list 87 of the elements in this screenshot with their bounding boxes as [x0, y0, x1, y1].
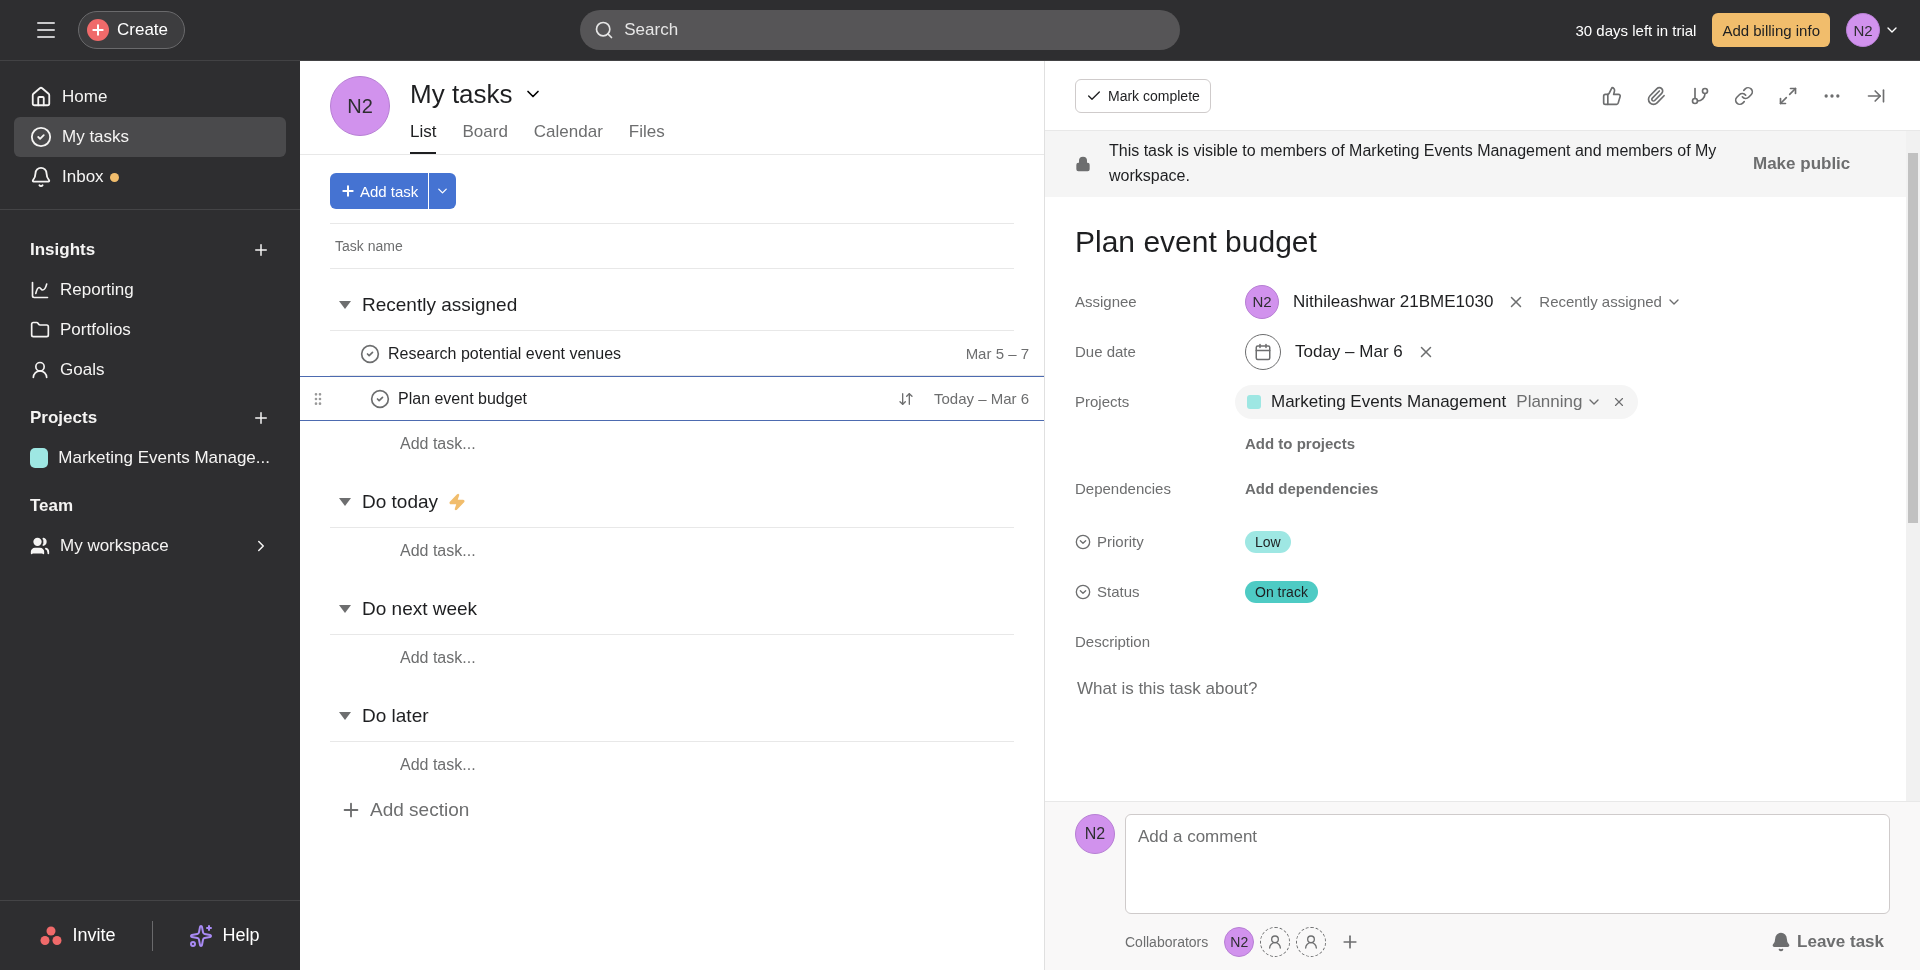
project-chip[interactable]: Marketing Events Management Planning — [1235, 384, 1639, 419]
scrollbar[interactable] — [1906, 131, 1920, 801]
add-task-button[interactable]: Add task — [330, 173, 429, 209]
check-circle-icon[interactable] — [360, 343, 380, 364]
field-label: Dependencies — [1075, 480, 1172, 498]
field-tag[interactable]: Low — [1245, 530, 1291, 553]
collaborators-label: Collaborators — [1125, 934, 1209, 950]
plus-icon — [340, 183, 356, 199]
lightning-icon — [448, 492, 467, 511]
nav-item[interactable]: Inbox — [14, 157, 286, 197]
search-input[interactable]: Search — [622, 19, 1167, 41]
make-public-button[interactable]: Make public — [1747, 152, 1857, 175]
sidebar-item[interactable]: My workspace — [14, 526, 286, 566]
section-title: Do today — [362, 490, 439, 513]
invite-button[interactable]: Invite — [34, 924, 122, 947]
nav-item[interactable]: My tasks — [14, 117, 286, 157]
sidebar-item[interactable]: Reporting — [14, 270, 286, 310]
sidebar-item[interactable]: Portfolios — [14, 310, 286, 350]
folder-icon — [30, 320, 50, 340]
section-title: Insights — [30, 240, 96, 260]
section-dropdown[interactable]: Planning — [1516, 391, 1603, 412]
trial-text: 30 days left in trial — [1575, 21, 1697, 39]
due-date[interactable]: Today – Mar 6 — [1295, 341, 1403, 362]
check-circle-icon — [30, 126, 52, 148]
search-icon — [594, 20, 615, 40]
line-chart-icon — [30, 280, 50, 300]
bell-icon — [1771, 932, 1792, 952]
section-title: Do next week — [362, 597, 478, 620]
view-tab[interactable]: Board — [462, 116, 508, 154]
add-icon[interactable] — [252, 241, 270, 259]
add-icon[interactable] — [252, 409, 270, 427]
search-field[interactable]: Search — [580, 10, 1181, 50]
sort-arrows-icon[interactable] — [897, 390, 914, 407]
add-projects-link[interactable]: Add to projects — [1245, 435, 1355, 453]
collapse-triangle-icon[interactable] — [338, 603, 352, 614]
sidebar-item[interactable]: Goals — [14, 350, 286, 390]
collapse-triangle-icon[interactable] — [338, 299, 352, 310]
column-header: Task name — [330, 223, 1014, 269]
mark-complete-button[interactable]: Mark complete — [1075, 78, 1211, 113]
section-title: Do later — [362, 704, 429, 727]
chevron-circle-icon — [1075, 533, 1091, 550]
user-avatar: N2 — [330, 76, 390, 136]
field-tag[interactable]: On track — [1245, 580, 1318, 603]
visibility-notice: This task is visible to members of Marketing Events Management and members of My workspace. — [1109, 141, 1718, 186]
help-button[interactable]: Help — [182, 922, 266, 949]
section-title: Projects — [30, 408, 98, 428]
view-tab[interactable]: Files — [628, 116, 665, 154]
task-row[interactable]: Plan event budget Today – Mar 6 — [300, 376, 1044, 421]
collapse-triangle-icon[interactable] — [338, 710, 352, 721]
view-tab[interactable]: List — [410, 116, 437, 154]
home-icon — [30, 86, 52, 108]
user-avatar: N2 — [1245, 284, 1279, 319]
leave-task-button[interactable]: Leave task — [1765, 931, 1890, 953]
user-avatar[interactable]: N2 — [1846, 13, 1880, 47]
field-label: Projects — [1075, 393, 1131, 411]
logo-icon — [40, 925, 63, 946]
plus-icon — [87, 19, 109, 41]
user-avatar: N2 — [1075, 814, 1115, 854]
comment-field[interactable]: Add a comment — [1125, 814, 1890, 914]
sparkles-icon — [188, 923, 213, 948]
person-icon — [30, 360, 50, 380]
page-title: My tasks — [410, 78, 513, 110]
section-title: Team — [30, 496, 74, 516]
add-dependencies-link[interactable]: Add dependencies — [1245, 480, 1379, 498]
check-circle-icon[interactable] — [370, 388, 390, 409]
nav-item[interactable]: Home — [14, 77, 286, 117]
bell-icon — [30, 166, 52, 188]
field-label: Due date — [1075, 343, 1137, 361]
assignee-name[interactable]: Nithileashwar 21BME1030 — [1293, 291, 1494, 312]
collapse-triangle-icon[interactable] — [338, 496, 352, 507]
add-section-button[interactable]: Add section — [300, 787, 1044, 821]
view-tab[interactable]: Calendar — [533, 116, 603, 154]
sidebar-item[interactable]: Marketing Events Manage... — [14, 438, 286, 478]
task-title[interactable]: Plan event budget — [1045, 196, 1906, 277]
user-avatar: N2 — [1224, 927, 1255, 957]
dropdown-button[interactable] — [428, 173, 457, 209]
create-button[interactable]: Create — [78, 11, 186, 49]
field-label: Assignee — [1075, 293, 1138, 311]
lock-icon — [1075, 155, 1091, 172]
billing-button[interactable]: Add billing info — [1712, 13, 1830, 47]
section-dropdown[interactable]: Recently assigned — [1539, 293, 1682, 311]
field-label: Priority — [1097, 533, 1144, 551]
people-icon — [30, 536, 50, 556]
field-label: Description — [1075, 633, 1152, 651]
chevron-circle-icon — [1075, 583, 1091, 600]
section-title: Recently assigned — [362, 293, 518, 316]
field-label: Status — [1097, 583, 1140, 601]
